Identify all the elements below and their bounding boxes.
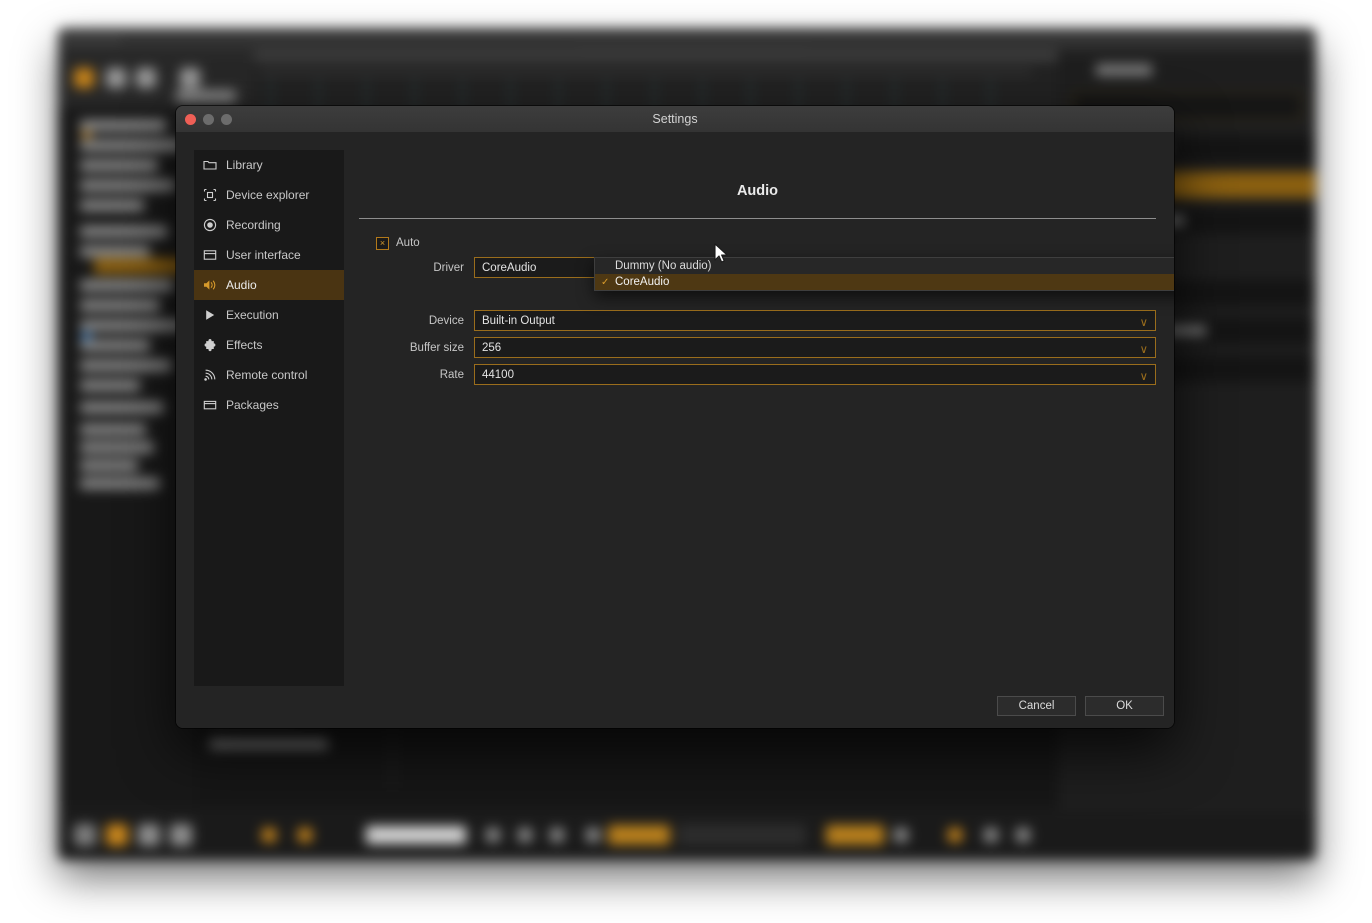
dialog-body: Library Device explorer Recording User i… bbox=[176, 132, 1174, 728]
sidebar-item-label: Library bbox=[226, 158, 263, 172]
background-tabs bbox=[578, 33, 808, 47]
sidebar-item-label: Remote control bbox=[226, 368, 308, 382]
settings-dialog: Settings Library Device explorer Recordi… bbox=[176, 106, 1174, 728]
dialog-titlebar: Settings bbox=[176, 106, 1174, 133]
rate-select-value: 44100 bbox=[482, 368, 514, 381]
screen: Settings Library Device explorer Recordi… bbox=[0, 0, 1372, 923]
sidebar-item-device-explorer[interactable]: Device explorer bbox=[194, 180, 344, 210]
chevron-down-icon: ∨ bbox=[1139, 371, 1148, 383]
puzzle-icon bbox=[202, 337, 218, 353]
sidebar-item-audio[interactable]: Audio bbox=[194, 270, 344, 300]
chevron-down-icon: ∨ bbox=[1139, 344, 1148, 356]
window-icon bbox=[202, 247, 218, 263]
sidebar-item-label: Effects bbox=[226, 338, 263, 352]
buffer-size-select[interactable]: 256 ∨ bbox=[474, 337, 1156, 358]
sidebar-item-label: Recording bbox=[226, 218, 281, 232]
ok-button[interactable]: OK bbox=[1085, 696, 1164, 716]
rate-row: Rate 44100 ∨ bbox=[359, 361, 1156, 388]
device-row: Device Built-in Output ∨ bbox=[359, 307, 1156, 334]
driver-label: Driver bbox=[433, 261, 464, 274]
sidebar-item-label: Execution bbox=[226, 308, 279, 322]
dropdown-option-coreaudio[interactable]: ✓ CoreAudio bbox=[595, 274, 1174, 290]
device-select[interactable]: Built-in Output ∨ bbox=[474, 310, 1156, 331]
sidebar-item-recording[interactable]: Recording bbox=[194, 210, 344, 240]
package-icon bbox=[202, 397, 218, 413]
crosshair-icon bbox=[202, 187, 218, 203]
cancel-button[interactable]: Cancel bbox=[997, 696, 1076, 716]
dropdown-option-label: Dummy (No audio) bbox=[615, 260, 712, 272]
settings-content: Audio × Auto Driver CoreAudio ∨ bbox=[359, 150, 1174, 710]
auto-checkbox[interactable]: × bbox=[376, 236, 389, 250]
sidebar-item-label: Device explorer bbox=[226, 188, 310, 202]
checkmark-icon: ✓ bbox=[601, 276, 610, 288]
sidebar-item-packages[interactable]: Packages bbox=[194, 390, 344, 420]
background-bottom-toolbar bbox=[58, 809, 1316, 860]
buffer-size-label: Buffer size bbox=[409, 341, 464, 354]
sidebar-item-effects[interactable]: Effects bbox=[194, 330, 344, 360]
dropdown-option-dummy[interactable]: Dummy (No audio) bbox=[595, 258, 1174, 274]
dialog-title: Settings bbox=[652, 112, 698, 126]
page-title: Audio bbox=[736, 183, 779, 199]
device-select-value: Built-in Output bbox=[482, 314, 555, 327]
buffer-size-select-value: 256 bbox=[482, 341, 502, 354]
settings-sidebar: Library Device explorer Recording User i… bbox=[194, 150, 344, 686]
chevron-down-icon: ∨ bbox=[1139, 317, 1148, 329]
sidebar-item-label: Packages bbox=[226, 398, 279, 412]
sidebar-item-label: User interface bbox=[226, 248, 301, 262]
record-icon bbox=[202, 217, 218, 233]
device-label: Device bbox=[428, 314, 464, 327]
folder-icon bbox=[202, 157, 218, 173]
sidebar-item-execution[interactable]: Execution bbox=[194, 300, 344, 330]
rate-label: Rate bbox=[439, 368, 464, 381]
auto-checkbox-label: Auto bbox=[396, 237, 420, 249]
play-icon bbox=[202, 307, 218, 323]
auto-checkbox-row: × Auto bbox=[359, 232, 1156, 254]
broadcast-icon bbox=[202, 367, 218, 383]
dialog-footer: Cancel OK bbox=[997, 696, 1164, 716]
dropdown-option-label: CoreAudio bbox=[615, 276, 670, 288]
sidebar-item-label: Audio bbox=[226, 278, 257, 292]
title-divider bbox=[359, 218, 1156, 219]
sidebar-item-remote-control[interactable]: Remote control bbox=[194, 360, 344, 390]
audio-settings-form: × Auto Driver CoreAudio ∨ Device bbox=[359, 232, 1156, 388]
rate-select[interactable]: 44100 ∨ bbox=[474, 364, 1156, 385]
driver-dropdown-menu[interactable]: Dummy (No audio) ✓ CoreAudio bbox=[594, 257, 1174, 291]
speaker-icon bbox=[202, 277, 218, 293]
sidebar-item-user-interface[interactable]: User interface bbox=[194, 240, 344, 270]
sidebar-item-library[interactable]: Library bbox=[194, 150, 344, 180]
background-titlebar bbox=[58, 28, 1316, 50]
driver-select-value: CoreAudio bbox=[482, 261, 537, 274]
buffer-size-row: Buffer size 256 ∨ bbox=[359, 334, 1156, 361]
